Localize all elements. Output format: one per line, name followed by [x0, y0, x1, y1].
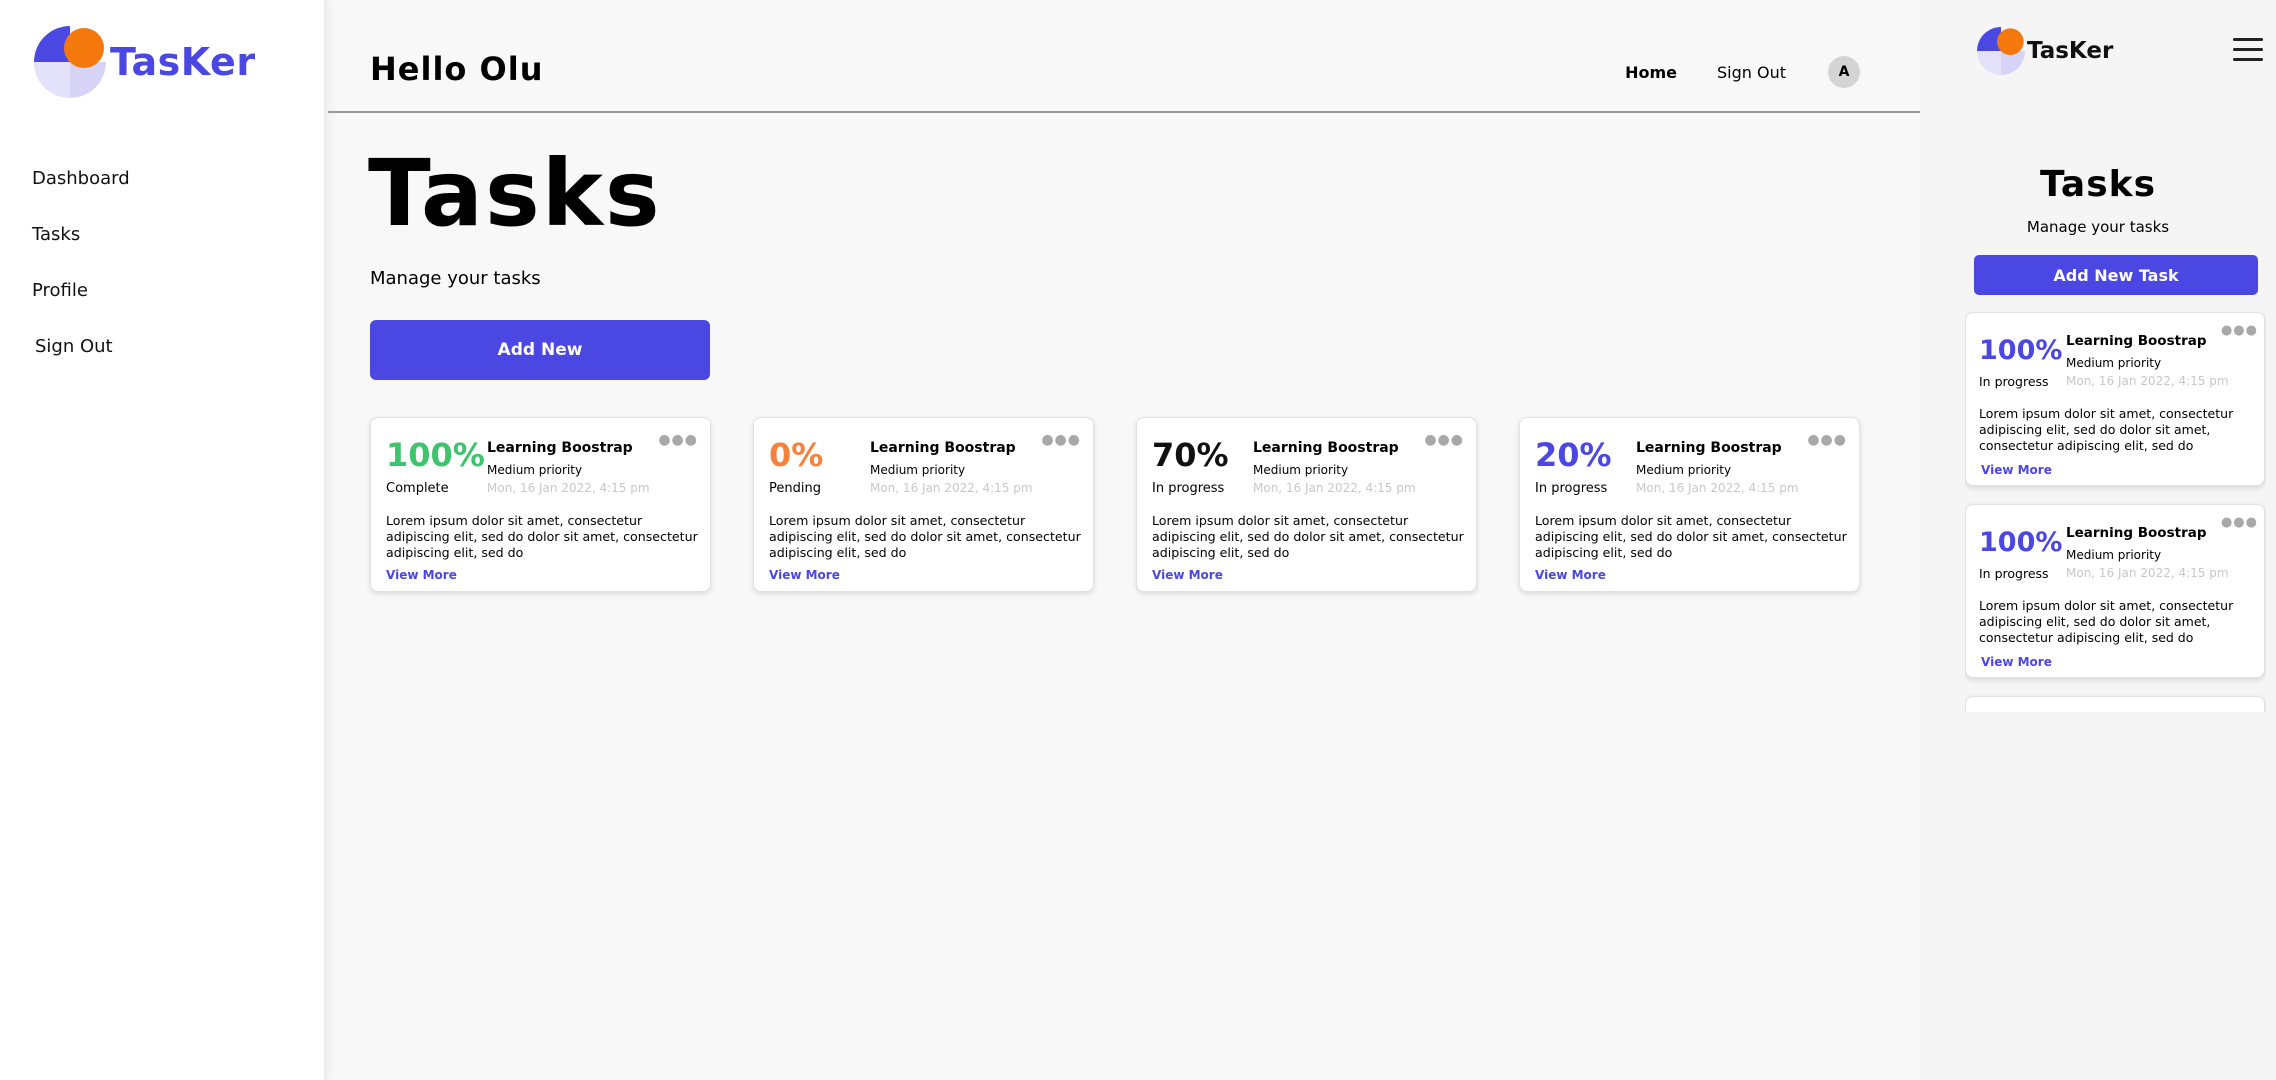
- task-priority: Medium priority: [487, 463, 583, 477]
- task-date: Mon, 16 Jan 2022, 4:15 pm: [1636, 481, 1799, 495]
- more-dots-icon[interactable]: ●●●: [1041, 432, 1081, 448]
- greeting: Hello Olu: [370, 50, 544, 88]
- hamburger-menu-icon[interactable]: [2233, 38, 2263, 62]
- task-date: Mon, 16 Jan 2022, 4:15 pm: [2066, 566, 2229, 580]
- task-priority: Medium priority: [2066, 548, 2162, 562]
- task-date: Mon, 16 Jan 2022, 4:15 pm: [870, 481, 1033, 495]
- task-date: Mon, 16 Jan 2022, 4:15 pm: [2066, 374, 2229, 388]
- task-title: Learning Boostrap: [1253, 440, 1399, 456]
- more-dots-icon[interactable]: ●●●: [1424, 432, 1464, 448]
- sidebar-item-sign-out[interactable]: Sign Out: [32, 332, 130, 388]
- task-description: Lorem ipsum dolor sit amet, consectetur …: [1979, 598, 2234, 645]
- main-content: Hello Olu Home Sign Out A Tasks Manage y…: [328, 0, 1920, 1080]
- more-dots-icon[interactable]: ●●●: [658, 432, 698, 448]
- view-more-link[interactable]: View More: [1535, 568, 1606, 582]
- mobile-preview: TasKer Tasks Manage your tasks Add New T…: [1920, 0, 2276, 1080]
- task-card-list: 100% Complete Learning Boostrap Medium p…: [370, 417, 1860, 592]
- sidebar-item-dashboard[interactable]: Dashboard: [32, 164, 130, 220]
- task-description: Lorem ipsum dolor sit amet, consectetur …: [1152, 513, 1464, 560]
- page-title: Tasks: [368, 140, 662, 247]
- mobile-page-subtitle: Manage your tasks: [2026, 218, 2170, 236]
- task-percent: 20%: [1535, 436, 1612, 474]
- task-description: Lorem ipsum dolor sit amet, consectetur …: [386, 513, 698, 560]
- task-description: Lorem ipsum dolor sit amet, consectetur …: [1979, 406, 2234, 453]
- task-percent: 100%: [386, 436, 485, 474]
- mobile-task-card-list: 100% In progress Learning Boostrap Mediu…: [1965, 312, 2266, 712]
- tasker-logo-icon: [34, 26, 106, 98]
- task-status: Pending: [769, 481, 821, 496]
- task-priority: Medium priority: [2066, 356, 2162, 370]
- task-title: Learning Boostrap: [2066, 525, 2207, 541]
- view-more-link[interactable]: View More: [769, 568, 840, 582]
- sidebar-item-tasks[interactable]: Tasks: [32, 220, 130, 276]
- task-priority: Medium priority: [870, 463, 966, 477]
- sidebar: TasKer Dashboard Tasks Profile Sign Out: [0, 0, 326, 1080]
- view-more-link[interactable]: View More: [1152, 568, 1223, 582]
- task-status: In progress: [1152, 481, 1225, 496]
- nav-link-home[interactable]: Home: [1625, 63, 1677, 82]
- task-percent: 100%: [1979, 527, 2063, 558]
- task-description: Lorem ipsum dolor sit amet, consectetur …: [1535, 513, 1847, 560]
- top-nav: Home Sign Out A: [1625, 56, 1860, 88]
- more-dots-icon[interactable]: ●●●: [1807, 432, 1847, 448]
- task-priority: Medium priority: [1253, 463, 1349, 477]
- page-subtitle: Manage your tasks: [370, 268, 541, 289]
- task-card[interactable]: 0% Pending Learning Boostrap Medium prio…: [753, 417, 1094, 592]
- avatar[interactable]: A: [1828, 56, 1860, 88]
- task-status: In progress: [1535, 481, 1608, 496]
- task-percent: 70%: [1152, 436, 1229, 474]
- view-more-link[interactable]: View More: [386, 568, 457, 582]
- top-bar: Hello Olu Home Sign Out A: [328, 0, 1920, 113]
- add-new-button[interactable]: Add New: [370, 320, 710, 380]
- add-new-task-button[interactable]: Add New Task: [1974, 255, 2258, 295]
- task-date: Mon, 16 Jan 2022, 4:15 pm: [1253, 481, 1416, 495]
- task-date: Mon, 16 Jan 2022, 4:15 pm: [487, 481, 650, 495]
- task-status: In progress: [1979, 374, 2049, 389]
- more-dots-icon[interactable]: ●●●: [2221, 323, 2258, 338]
- task-title: Learning Boostrap: [487, 440, 633, 456]
- sidebar-item-profile[interactable]: Profile: [32, 276, 130, 332]
- view-more-link[interactable]: View More: [1981, 463, 2052, 477]
- task-title: Learning Boostrap: [2066, 333, 2207, 349]
- sidebar-nav: Dashboard Tasks Profile Sign Out: [32, 164, 130, 388]
- task-status: Complete: [386, 481, 449, 496]
- mobile-task-card-partial[interactable]: [1965, 696, 2265, 712]
- task-percent: 100%: [1979, 335, 2063, 366]
- task-priority: Medium priority: [1636, 463, 1732, 477]
- brand-logo[interactable]: TasKer: [34, 26, 256, 98]
- brand-name: TasKer: [110, 40, 256, 84]
- mobile-task-card[interactable]: 100% In progress Learning Boostrap Mediu…: [1965, 312, 2265, 486]
- mobile-task-card[interactable]: 100% In progress Learning Boostrap Mediu…: [1965, 504, 2265, 678]
- task-status: In progress: [1979, 566, 2049, 581]
- mobile-page-title: Tasks: [2039, 164, 2156, 205]
- mobile-brand-name: TasKer: [2027, 38, 2114, 64]
- nav-link-sign-out[interactable]: Sign Out: [1717, 63, 1786, 82]
- task-title: Learning Boostrap: [870, 440, 1016, 456]
- tasker-logo-icon: [1977, 27, 2025, 75]
- task-card[interactable]: 70% In progress Learning Boostrap Medium…: [1136, 417, 1477, 592]
- view-more-link[interactable]: View More: [1981, 655, 2052, 669]
- task-description: Lorem ipsum dolor sit amet, consectetur …: [769, 513, 1081, 560]
- task-card[interactable]: 100% Complete Learning Boostrap Medium p…: [370, 417, 711, 592]
- mobile-brand-logo[interactable]: TasKer: [1977, 27, 2113, 75]
- more-dots-icon[interactable]: ●●●: [2221, 515, 2258, 530]
- task-percent: 0%: [769, 436, 824, 474]
- task-card[interactable]: 20% In progress Learning Boostrap Medium…: [1519, 417, 1860, 592]
- task-title: Learning Boostrap: [1636, 440, 1782, 456]
